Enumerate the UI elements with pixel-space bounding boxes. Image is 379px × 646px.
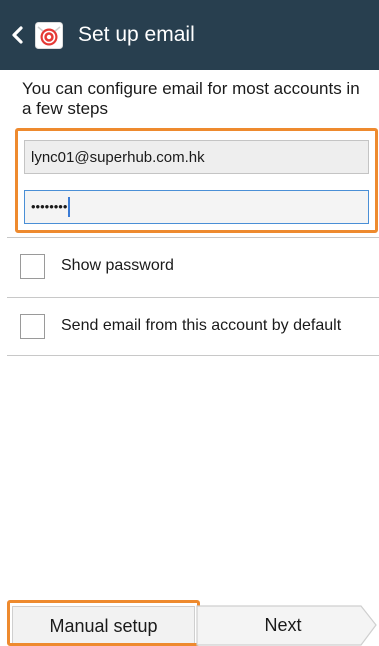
show-password-label: Show password [61,257,174,274]
show-password-row[interactable]: Show password [20,252,174,280]
next-label: Next [264,614,302,635]
email-app-icon[interactable] [35,22,63,49]
intro-text: You can configure email for most account… [22,79,360,118]
divider [7,297,379,298]
next-button[interactable]: Next [196,604,379,646]
default-account-checkbox[interactable] [20,313,45,339]
default-account-label: Send email from this account by default [61,317,342,334]
chevron-left-icon[interactable] [10,26,24,44]
manual-setup-highlight [7,600,200,646]
default-account-row[interactable]: Send email from this account by default [20,312,341,340]
page-title: Set up email [78,23,195,46]
action-bar: Set up email [0,0,379,70]
divider [7,237,379,238]
divider [7,355,379,356]
fields-highlight [15,128,378,233]
show-password-checkbox[interactable] [20,253,45,279]
